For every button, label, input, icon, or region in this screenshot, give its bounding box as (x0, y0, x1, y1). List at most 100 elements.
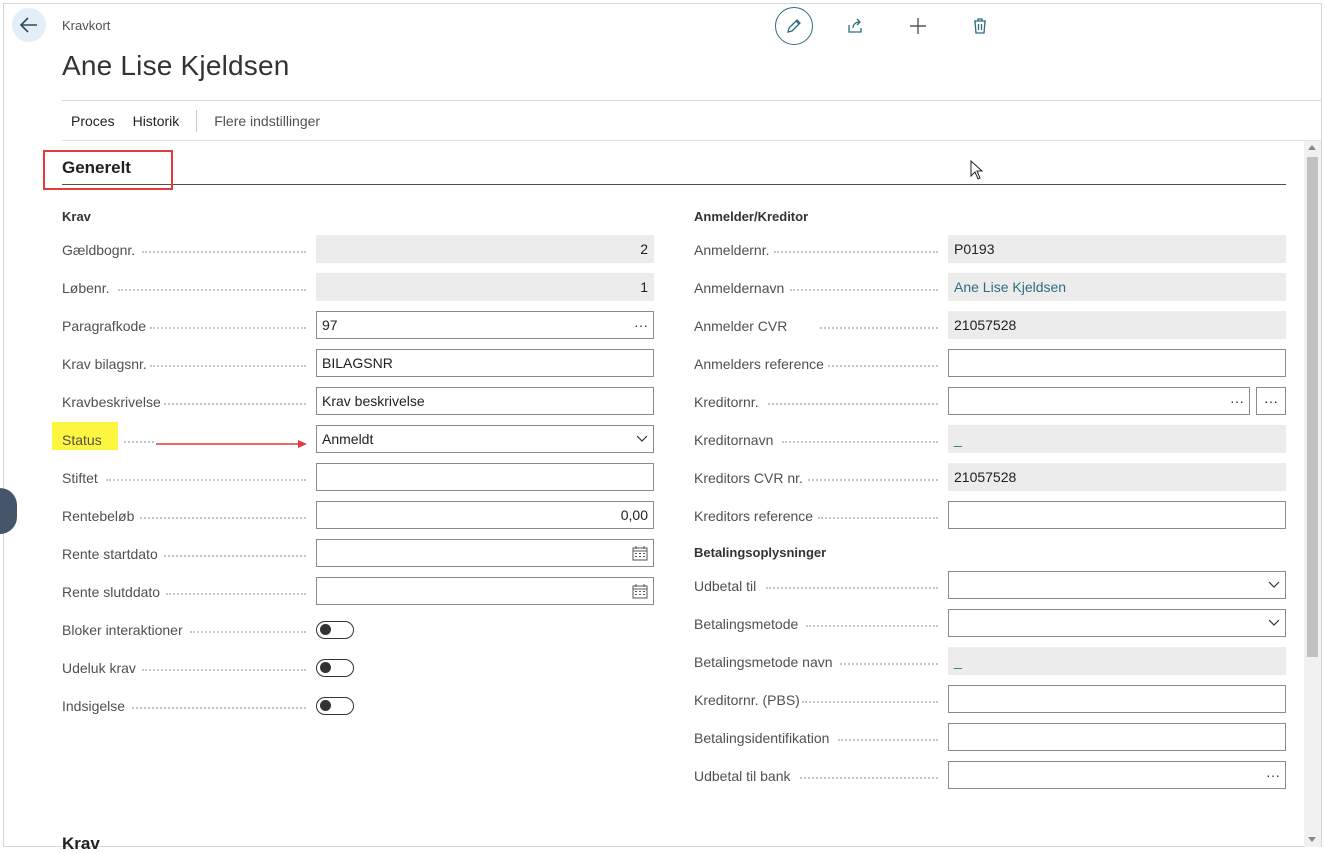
delete-button[interactable] (961, 7, 999, 45)
edit-button[interactable] (775, 7, 813, 45)
label-leader (768, 402, 938, 405)
field-label: Betalingsmetode (694, 616, 799, 632)
field-label: Stiftet (62, 470, 98, 486)
scroll-down-icon[interactable] (1308, 837, 1316, 842)
betalingsidentifikation-field[interactable] (948, 723, 1286, 751)
field-label: Kreditornr. (PBS) (694, 692, 800, 708)
anmeldernr-field: P0193 (948, 235, 1286, 263)
field-label: Kreditors reference (694, 508, 814, 524)
label-leader (818, 516, 938, 519)
anmelders-reference-field[interactable] (948, 349, 1286, 377)
field-label: Udbetal til bank (694, 768, 791, 784)
toggle-knob (320, 700, 331, 711)
field-label: Rente slutddato (62, 584, 161, 600)
udbetal-til-bank-field[interactable]: ··· (948, 761, 1286, 789)
new-button[interactable] (899, 7, 937, 45)
label-leader (802, 700, 938, 703)
field-label: Gældbognr. (62, 242, 136, 258)
krav-bilagsnr-field[interactable]: BILAGSNR (316, 349, 654, 377)
section-divider (62, 184, 1286, 185)
label-leader (838, 738, 938, 741)
toggle-knob (320, 624, 331, 635)
field-label: Kreditors CVR nr. (694, 470, 803, 486)
udbetal-til-select[interactable] (948, 571, 1286, 599)
toggle-knob (320, 662, 331, 673)
breadcrumb: Kravkort (62, 18, 111, 33)
label-leader (166, 592, 306, 595)
field-label: Rentebeløb (62, 508, 135, 524)
section-title-krav[interactable]: Krav (62, 834, 100, 854)
action-historik[interactable]: Historik (124, 113, 189, 129)
rente-startdato-field[interactable] (316, 539, 654, 567)
status-select[interactable]: Anmeldt (316, 425, 654, 453)
betalingsmetode-navn-field[interactable]: _ (948, 647, 1286, 675)
pencil-icon (787, 19, 801, 33)
field-label: Betalingsmetode navn (694, 654, 833, 670)
lookup-ellipsis-icon[interactable]: ··· (1266, 767, 1280, 783)
kreditornr-more-button[interactable]: ··· (1256, 387, 1286, 415)
anmeldernavn-field[interactable]: Ane Lise Kjeldsen (948, 273, 1286, 301)
kreditornr-pbs-field[interactable] (948, 685, 1286, 713)
lookup-ellipsis-icon[interactable]: ··· (634, 317, 648, 333)
label-leader (828, 364, 938, 367)
udeluk-krav-toggle[interactable] (316, 659, 354, 677)
trash-icon (974, 18, 986, 34)
chevron-down-icon (1268, 619, 1280, 626)
field-label: Kreditornavn (694, 432, 774, 448)
page-title: Ane Lise Kjeldsen (62, 50, 290, 81)
label-leader (806, 624, 938, 627)
paragrafkode-field[interactable]: 97 ··· (316, 311, 654, 339)
scroll-thumb[interactable] (1307, 157, 1318, 657)
label-leader (164, 402, 306, 405)
rente-slutddato-field[interactable] (316, 577, 654, 605)
scroll-up-icon[interactable] (1308, 145, 1316, 150)
field-label: Udeluk krav (62, 660, 136, 676)
arrow-left-icon (20, 17, 37, 33)
label-leader (790, 288, 938, 291)
action-more-options[interactable]: Flere indstillinger (205, 113, 329, 129)
calendar-icon[interactable] (632, 545, 648, 561)
vertical-scrollbar[interactable] (1304, 141, 1321, 847)
label-leader (800, 776, 938, 779)
annotation-arrow-icon (156, 440, 307, 448)
field-label: Status (62, 432, 102, 448)
label-leader (132, 706, 306, 709)
bloker-interaktioner-toggle[interactable] (316, 621, 354, 639)
field-label: Krav bilagsnr. (62, 356, 147, 372)
label-leader (164, 554, 306, 557)
mouse-cursor-icon (970, 160, 984, 180)
lookup-ellipsis-icon[interactable]: ··· (1230, 393, 1244, 409)
label-leader (106, 478, 306, 481)
field-label: Kravbeskrivelse (62, 394, 161, 410)
label-leader (140, 516, 306, 519)
field-label: Anmelders reference (694, 356, 824, 372)
field-label: Kreditornr. (694, 394, 759, 410)
annotation-box (43, 150, 173, 190)
calendar-icon[interactable] (632, 583, 648, 599)
betalingsmetode-select[interactable] (948, 609, 1286, 637)
group-title-krav: Krav (62, 209, 91, 224)
label-leader (808, 478, 938, 481)
label-leader (820, 326, 938, 329)
label-leader (190, 630, 306, 633)
field-label: Løbenr. (62, 280, 110, 296)
kreditornr-field[interactable]: ··· (948, 387, 1250, 415)
kreditors-reference-field[interactable] (948, 501, 1286, 529)
field-label: Betalingsidentifikation (694, 730, 830, 746)
label-leader (150, 326, 306, 329)
field-label: Indsigelse (62, 698, 126, 714)
gaeldbognr-field: 2 (316, 235, 654, 263)
rentebeloeb-field[interactable]: 0,00 (316, 501, 654, 529)
kravbeskrivelse-field[interactable]: Krav beskrivelse (316, 387, 654, 415)
label-leader (840, 662, 938, 665)
stiftet-field[interactable] (316, 463, 654, 491)
back-button[interactable] (12, 8, 46, 42)
label-leader (142, 250, 306, 253)
label-leader (142, 668, 306, 671)
field-label: Anmeldernavn (694, 280, 785, 296)
action-proces[interactable]: Proces (62, 113, 124, 129)
share-icon (848, 18, 862, 33)
indsigelse-toggle[interactable] (316, 697, 354, 715)
kreditornavn-field[interactable]: _ (948, 425, 1286, 453)
share-button[interactable] (837, 7, 875, 45)
